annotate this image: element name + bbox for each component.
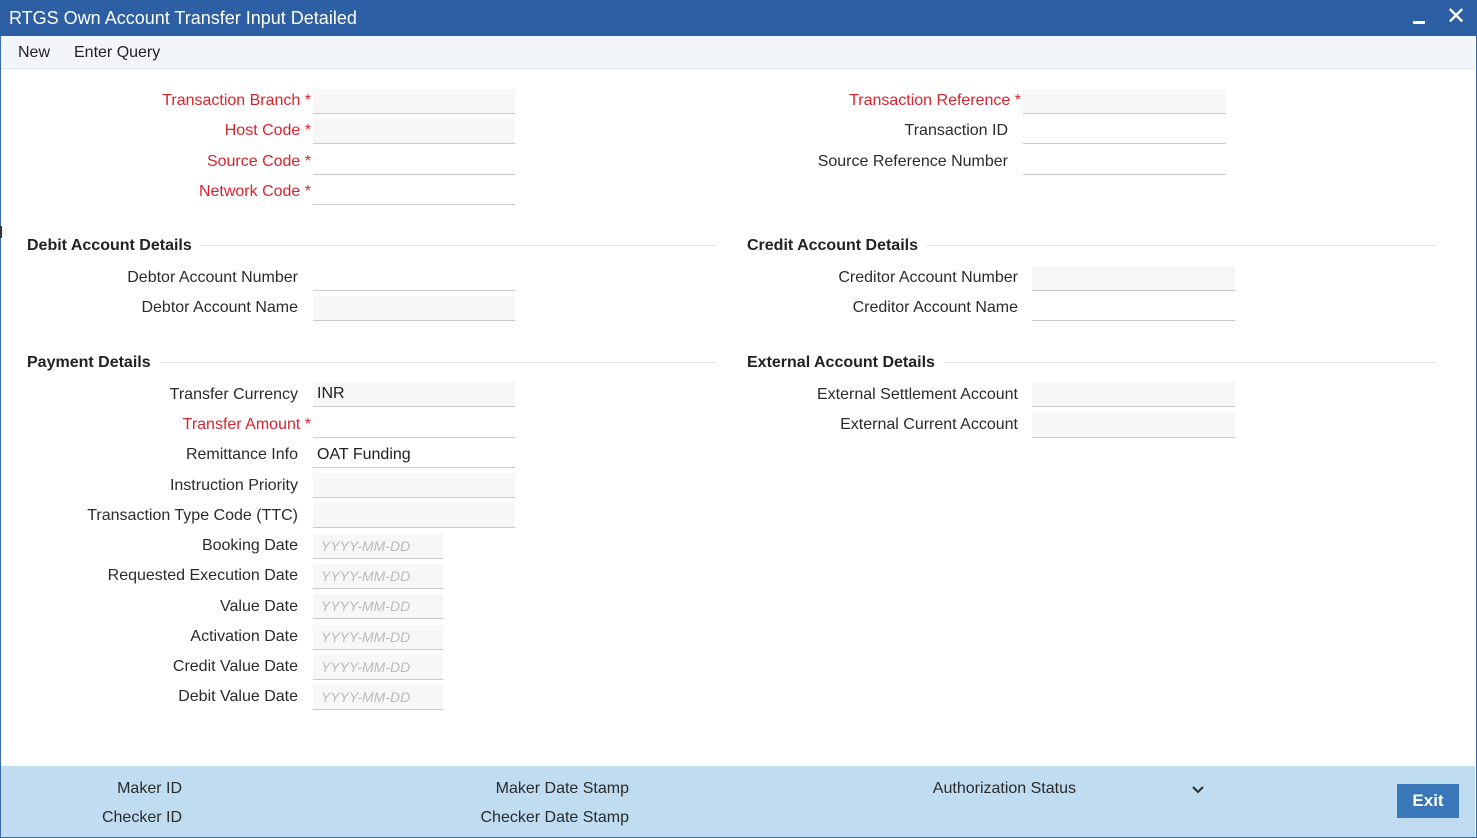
checker-date-stamp-label: Checker Date Stamp	[480, 809, 629, 826]
remittance-info-label: Remittance Info	[185, 446, 298, 463]
external-settlement-account-label: External Settlement Account	[817, 386, 1018, 403]
requested-execution-date-label: Requested Execution Date	[107, 567, 298, 584]
source-code-label: Source Code *	[206, 153, 311, 170]
debit-section-divider	[200, 245, 716, 246]
payment-section-divider	[160, 362, 716, 363]
transaction-branch-field[interactable]	[313, 89, 515, 114]
remittance-info-field[interactable]	[313, 443, 515, 468]
source-reference-number-field[interactable]	[1023, 150, 1226, 175]
source-reference-number-label: Source Reference Number	[817, 153, 1008, 170]
transaction-id-label: Transaction ID	[904, 122, 1008, 139]
debit-value-date-label: Debit Value Date	[178, 688, 298, 705]
authorization-status-label: Authorization Status	[932, 780, 1076, 797]
instruction-priority-label: Instruction Priority	[169, 477, 298, 494]
debtor-account-number-field[interactable]	[313, 266, 515, 291]
network-code-label: Network Code *	[198, 183, 311, 200]
creditor-account-number-label: Creditor Account Number	[838, 269, 1018, 286]
credit-value-date-field[interactable]	[313, 655, 443, 680]
transfer-currency-label: Transfer Currency	[169, 386, 298, 403]
menu-new[interactable]: New	[18, 44, 50, 62]
transaction-branch-label: Transaction Branch *	[162, 92, 311, 109]
booking-date-field[interactable]	[313, 534, 443, 559]
menu-enter-query[interactable]: Enter Query	[74, 44, 160, 62]
transfer-amount-field[interactable]	[313, 413, 515, 438]
credit-section-divider	[926, 245, 1436, 246]
activation-date-label: Activation Date	[190, 628, 298, 645]
host-code-label: Host Code *	[224, 122, 311, 139]
menu-bar: New Enter Query	[1, 36, 1475, 69]
credit-account-details-heading: Credit Account Details	[747, 237, 918, 254]
creditor-account-name-field[interactable]	[1032, 296, 1235, 321]
source-code-field[interactable]	[313, 150, 515, 175]
external-account-details-heading: External Account Details	[747, 354, 935, 371]
transaction-reference-label: Transaction Reference *	[849, 92, 1021, 109]
creditor-account-name-label: Creditor Account Name	[852, 299, 1018, 316]
instruction-priority-field[interactable]	[313, 473, 515, 498]
value-date-field[interactable]	[313, 594, 443, 619]
requested-execution-date-field[interactable]	[313, 564, 443, 589]
close-icon[interactable]: ✕	[1442, 2, 1470, 32]
transfer-currency-field[interactable]	[313, 382, 515, 407]
transaction-id-field[interactable]	[1023, 119, 1226, 144]
exit-button[interactable]: Exit	[1397, 784, 1459, 818]
chevron-down-icon[interactable]	[1191, 784, 1205, 796]
transfer-amount-label: Transfer Amount *	[182, 416, 311, 433]
network-code-field[interactable]	[313, 180, 515, 205]
external-section-divider	[944, 362, 1436, 363]
external-current-account-field[interactable]	[1032, 413, 1235, 438]
booking-date-label: Booking Date	[201, 537, 298, 554]
external-settlement-account-field[interactable]	[1032, 382, 1235, 407]
payment-details-heading: Payment Details	[27, 354, 151, 371]
activation-date-field[interactable]	[313, 625, 443, 650]
maker-date-stamp-label: Maker Date Stamp	[495, 780, 629, 797]
creditor-account-number-field[interactable]	[1032, 266, 1235, 291]
checker-id-label: Checker ID	[101, 809, 182, 826]
audit-footer	[1, 766, 1475, 837]
resize-marker	[0, 226, 2, 238]
host-code-field[interactable]	[313, 119, 515, 144]
transaction-type-code-label: Transaction Type Code (TTC)	[87, 507, 298, 524]
transaction-type-code-field[interactable]	[313, 503, 515, 528]
debtor-account-number-label: Debtor Account Number	[127, 269, 298, 286]
debit-account-details-heading: Debit Account Details	[27, 237, 192, 254]
value-date-label: Value Date	[220, 598, 298, 615]
title-bar: RTGS Own Account Transfer Input Detailed…	[0, 0, 1477, 36]
debtor-account-name-label: Debtor Account Name	[141, 299, 298, 316]
transaction-reference-field[interactable]	[1023, 89, 1226, 114]
maker-id-label: Maker ID	[117, 780, 182, 797]
minimize-icon[interactable]	[1405, 2, 1433, 32]
window-title: RTGS Own Account Transfer Input Detailed	[9, 8, 357, 28]
credit-value-date-label: Credit Value Date	[172, 658, 298, 675]
debit-value-date-field[interactable]	[313, 685, 443, 710]
debtor-account-name-field[interactable]	[313, 296, 515, 321]
external-current-account-label: External Current Account	[840, 416, 1018, 433]
